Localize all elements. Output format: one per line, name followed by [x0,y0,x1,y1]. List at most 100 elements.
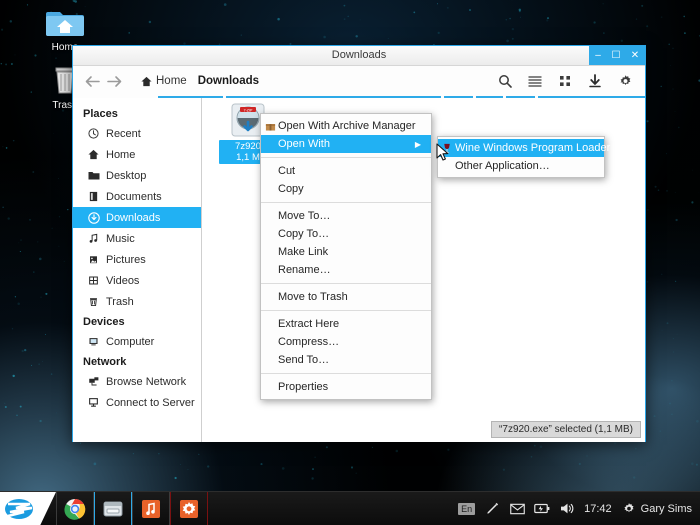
computer-icon [87,335,100,348]
menu-separator [261,310,431,311]
menu-item-label: Move To… [278,210,330,222]
breadcrumb: Home Downloads [137,73,263,89]
sidebar-group-places: Places [73,104,201,123]
sidebar-item-music[interactable]: Music [73,228,201,249]
arrow-right-icon [107,75,122,88]
menu-item-label: Copy To… [278,228,329,240]
volume-icon[interactable] [559,501,575,517]
breadcrumb-item-home[interactable]: Home [137,73,191,89]
zorin-menu-icon[interactable] [0,492,56,525]
menu-item-open-with[interactable]: Open With ▶ [261,135,431,153]
toolbar-actions [497,73,637,89]
taskbar-app-file-manager[interactable] [94,492,132,525]
forward-button[interactable] [103,70,125,92]
clock-icon [87,127,100,140]
sidebar-item-label: Videos [106,275,139,287]
menu-item-label: Send To… [278,354,329,366]
window-toolbar: Home Downloads [73,66,645,98]
sidebar-item-label: Recent [106,128,141,140]
context-menu: Open With Archive Manager Open With ▶ Cu… [260,113,432,400]
menu-item-open-with-archive-manager[interactable]: Open With Archive Manager [261,117,431,135]
music-note-icon [87,232,100,245]
menu-item-label: Open With Archive Manager [278,120,416,132]
window-controls: – ☐ ✕ [589,46,645,65]
sidebar-item-browse-network[interactable]: Browse Network [73,371,201,392]
list-view-icon[interactable] [527,73,543,89]
submenu-item-label: Other Application… [455,160,550,172]
sidebar-item-desktop[interactable]: Desktop [73,165,201,186]
mail-icon[interactable] [509,501,525,517]
sidebar-item-label: Music [106,233,135,245]
breadcrumb-item-downloads[interactable]: Downloads [194,73,263,89]
menu-item-extract-here[interactable]: Extract Here [261,315,431,333]
sidebar: Places Recent Home Desktop [73,98,202,442]
menu-item-rename[interactable]: Rename… [261,261,431,279]
sidebar-item-computer[interactable]: Computer [73,331,201,352]
sidebar-group-devices: Devices [73,312,201,331]
menu-item-make-link[interactable]: Make Link [261,243,431,261]
downloads-icon[interactable] [587,73,603,89]
window-titlebar[interactable]: Downloads – ☐ ✕ [73,46,645,66]
home-icon [141,76,152,87]
sidebar-item-pictures[interactable]: Pictures [73,249,201,270]
menu-item-copy-to[interactable]: Copy To… [261,225,431,243]
desktop-folder-icon [87,169,100,182]
mouse-cursor [436,143,450,163]
sidebar-item-label: Downloads [106,212,160,224]
sidebar-item-downloads[interactable]: Downloads [73,207,201,228]
sidebar-item-home[interactable]: Home [73,144,201,165]
submenu-item-other-application[interactable]: Other Application… [438,157,604,175]
taskbar-app-music-player[interactable] [132,492,170,525]
submenu-item-label: Wine Windows Program Loader [455,142,610,154]
documents-icon [87,190,100,203]
sidebar-item-documents[interactable]: Documents [73,186,201,207]
server-icon [87,396,100,409]
window-title: Downloads [73,49,645,61]
taskbar-app-chrome[interactable] [56,492,94,525]
status-badge: “7z920.exe” selected (1,1 MB) [491,421,641,438]
sidebar-group-network: Network [73,352,201,371]
arrow-left-icon [85,75,100,88]
taskbar-app-settings[interactable] [170,492,208,525]
gear-icon[interactable] [617,73,633,89]
battery-icon[interactable] [534,501,550,517]
trash-icon [87,295,100,308]
download-icon [87,211,100,224]
menu-item-move-to[interactable]: Move To… [261,207,431,225]
sidebar-item-recent[interactable]: Recent [73,123,201,144]
sidebar-item-label: Home [106,149,135,161]
home-folder-icon [46,6,84,38]
sidebar-item-label: Connect to Server [106,397,195,409]
back-button[interactable] [81,70,103,92]
clock[interactable]: 17:42 [584,503,612,515]
breadcrumb-label: Downloads [198,75,259,87]
language-indicator[interactable]: En [458,503,475,515]
minimize-button[interactable]: – [589,46,607,65]
menu-item-label: Cut [278,165,295,177]
pictures-icon [87,253,100,266]
sidebar-item-label: Desktop [106,170,146,182]
network-icon [87,375,100,388]
menu-item-compress[interactable]: Compress… [261,333,431,351]
menu-item-label: Rename… [278,264,331,276]
menu-item-label: Make Link [278,246,328,258]
user-menu[interactable]: Gary Sims [621,501,692,517]
menu-item-cut[interactable]: Cut [261,162,431,180]
menu-item-properties[interactable]: Properties [261,378,431,396]
sidebar-item-trash[interactable]: Trash [73,291,201,312]
search-icon[interactable] [497,73,513,89]
sidebar-item-label: Pictures [106,254,146,266]
grid-view-icon[interactable] [557,73,573,89]
sidebar-item-connect-to-server[interactable]: Connect to Server [73,392,201,413]
sidebar-item-label: Browse Network [106,376,186,388]
menu-item-move-to-trash[interactable]: Move to Trash [261,288,431,306]
menu-item-send-to[interactable]: Send To… [261,351,431,369]
pen-input-icon[interactable] [484,501,500,517]
menu-item-copy[interactable]: Copy [261,180,431,198]
submenu-item-wine-windows-program-loader[interactable]: Wine Windows Program Loader [438,139,604,157]
sidebar-item-label: Computer [106,336,154,348]
sidebar-item-videos[interactable]: Videos [73,270,201,291]
maximize-button[interactable]: ☐ [607,46,625,65]
close-button[interactable]: ✕ [625,46,645,65]
breadcrumb-label: Home [156,75,187,87]
